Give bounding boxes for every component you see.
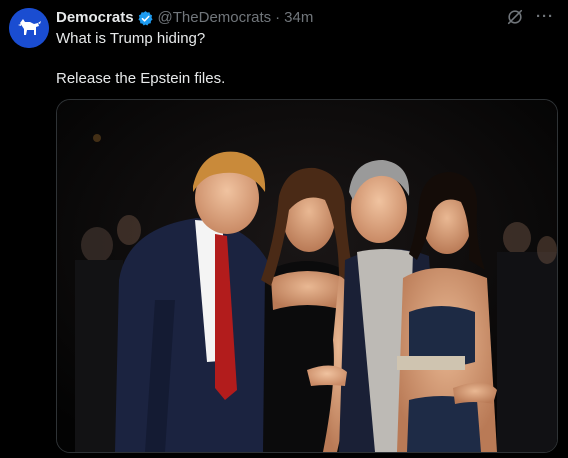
tweet[interactable]: Democrats @TheDemocrats · 34m ··· What i…	[0, 0, 568, 458]
blue-check-icon	[138, 10, 153, 25]
tweet-text-line: Release the Epstein files.	[56, 70, 226, 87]
header-actions: ···	[506, 8, 554, 26]
tweet-text-line: What is Trump hiding?	[56, 30, 206, 47]
grok-icon[interactable]	[506, 8, 524, 26]
tweet-header: Democrats @TheDemocrats · 34m	[56, 8, 313, 28]
separator-dot: ·	[275, 9, 281, 26]
more-options-icon[interactable]: ···	[536, 8, 554, 26]
photo-of-four-people	[57, 100, 557, 452]
tweet-photo[interactable]	[56, 99, 558, 453]
tweet-text: What is Trump hiding? Release the Epstei…	[56, 29, 546, 89]
display-name[interactable]: Democrats	[56, 8, 134, 28]
timestamp[interactable]: 34m	[284, 8, 313, 28]
avatar[interactable]	[9, 8, 49, 48]
donkey-logo-icon	[9, 8, 49, 48]
user-handle[interactable]: @TheDemocrats	[158, 8, 272, 28]
